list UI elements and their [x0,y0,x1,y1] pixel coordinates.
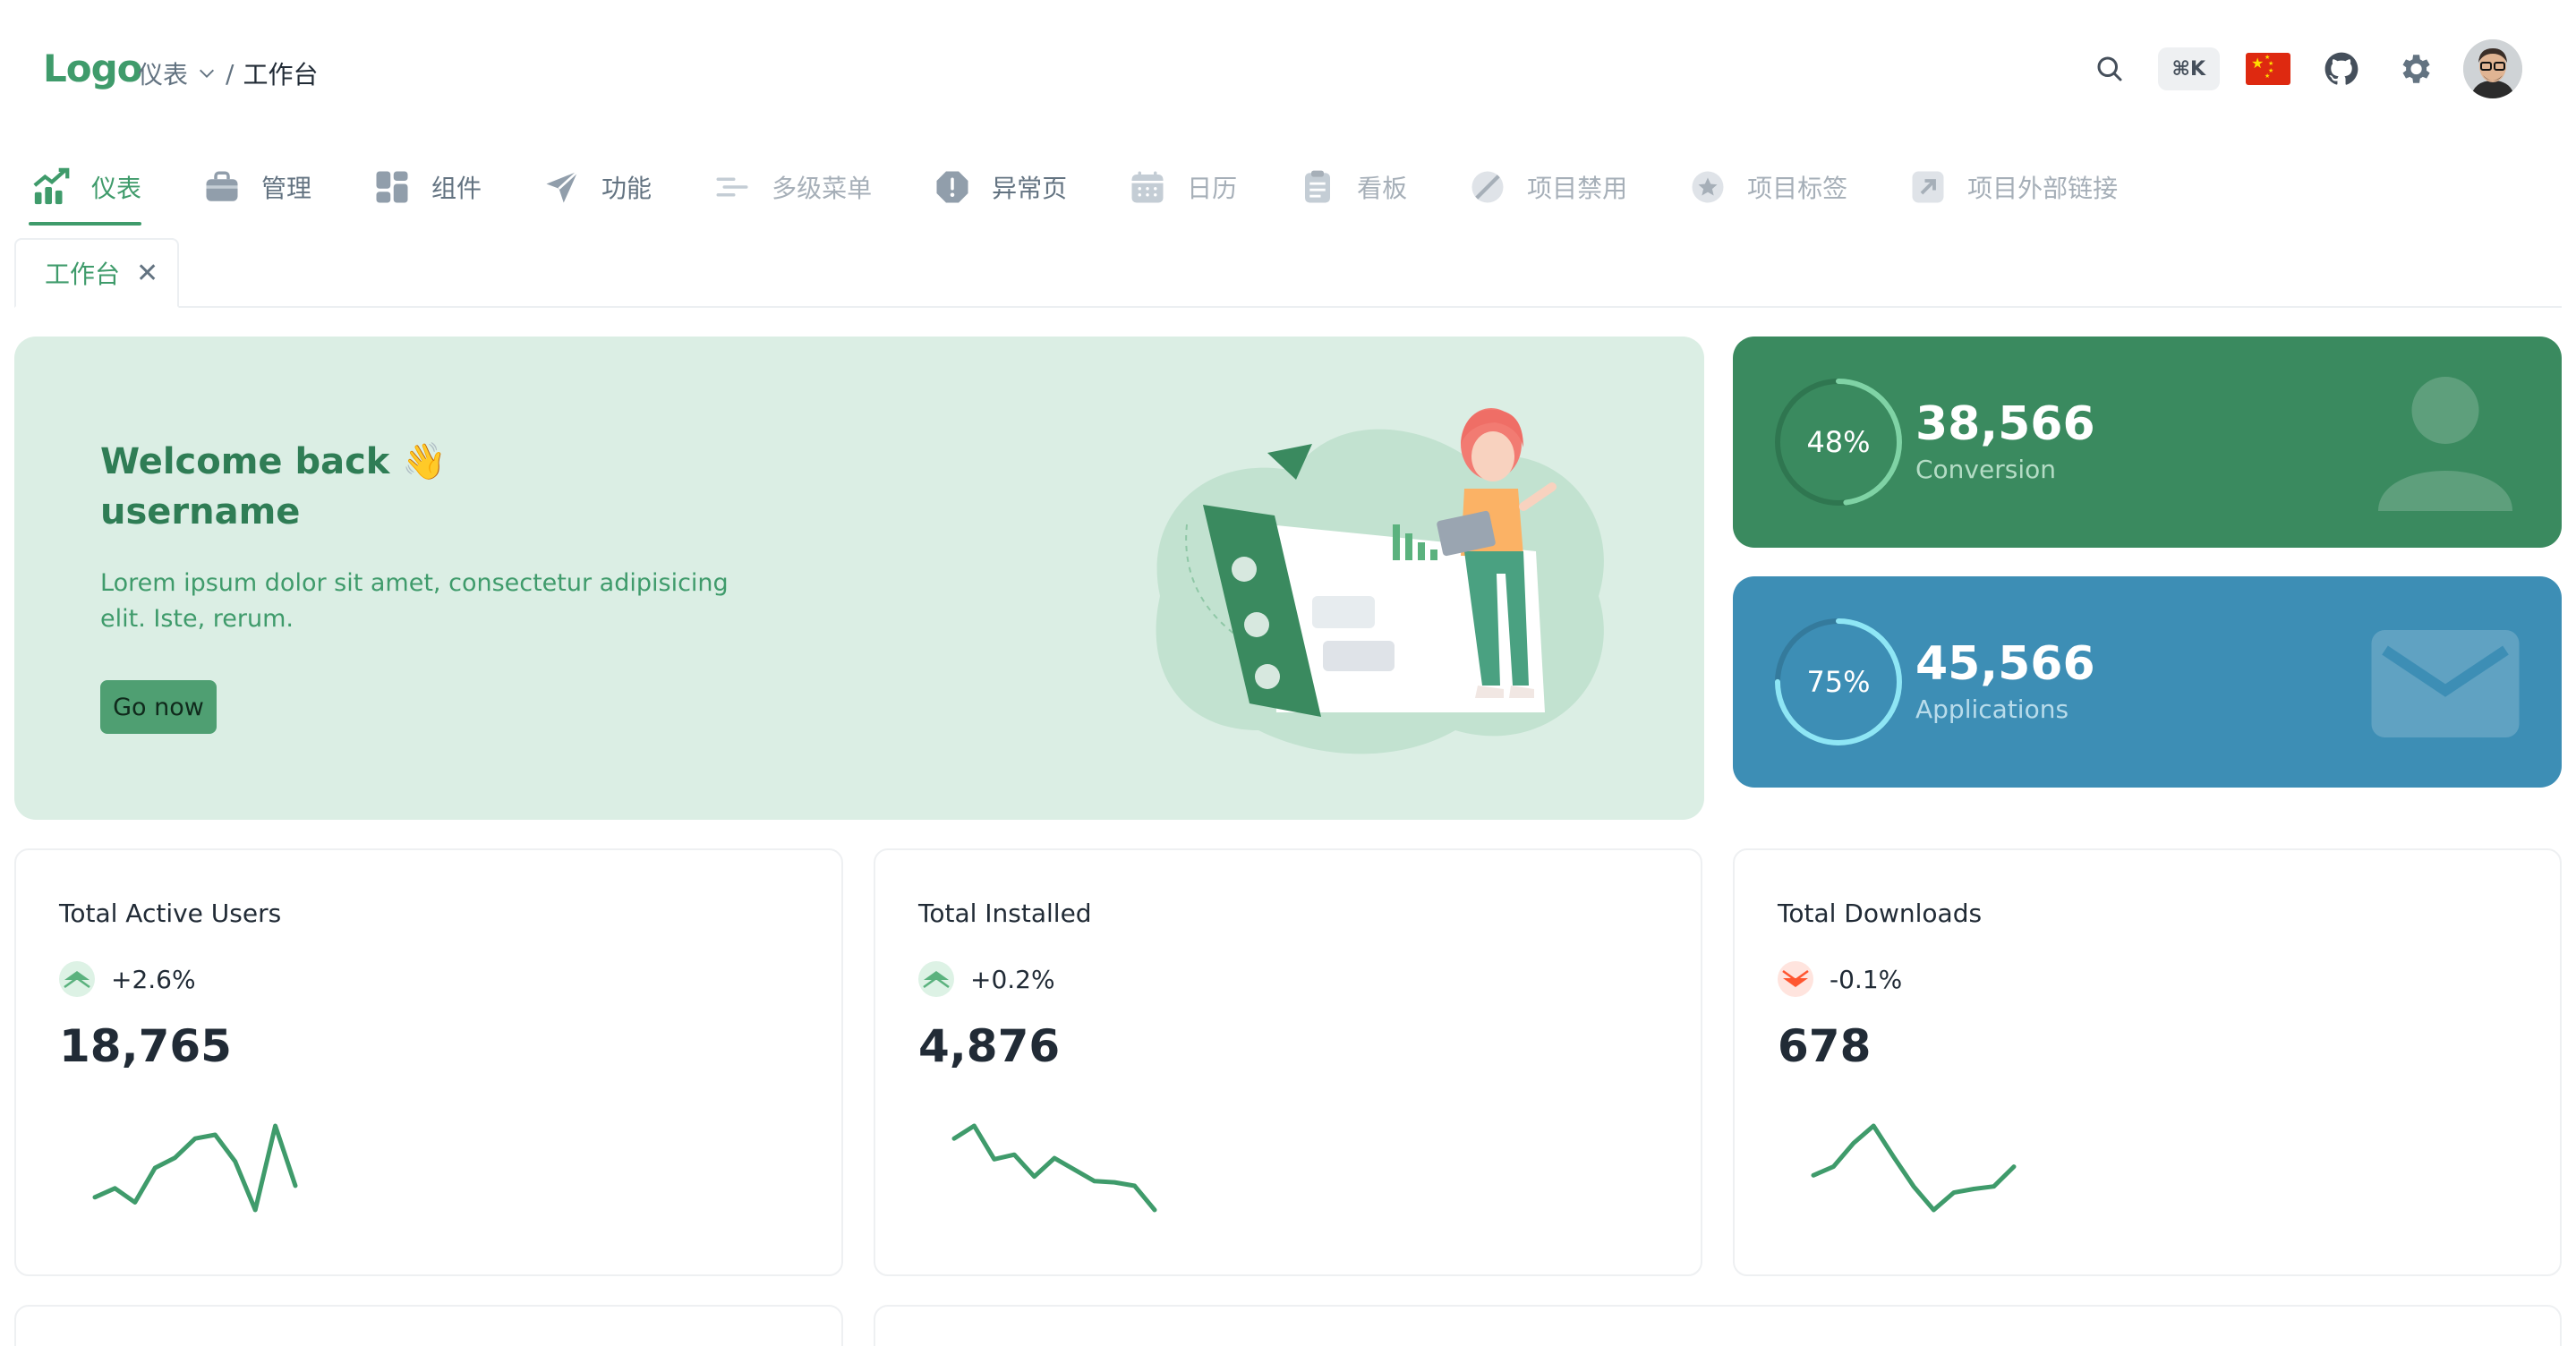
nav-item-dashboard[interactable]: 仪表 [29,149,142,226]
kpi-trend: +2.6% [59,961,196,997]
language-button[interactable]: ★ ★ ★ ★ ★ [2243,44,2293,94]
gear-icon [2402,55,2430,83]
star-icon [1692,171,1724,203]
sparkline-chart [951,1123,1157,1213]
bottom-card-left [14,1305,843,1346]
sparkline-chart [1811,1123,2017,1213]
applications-label: Applications [1915,694,2069,724]
total-active-users-card: Total Active Users +2.6% 18,765 [14,848,843,1276]
applications-card: 75% 45,566 Applications [1733,576,2562,788]
header-actions: ⌘K ★ ★ ★ ★ ★ [2085,39,2522,98]
avatar-icon [2463,39,2522,98]
nav-item-label: 管理 [261,174,312,203]
conversion-label: Conversion [1915,455,2056,484]
nav-item-label: 功能 [601,174,653,203]
logo[interactable]: Logo [43,47,143,90]
kpi-title: Total Active Users [59,899,282,928]
chart-up-icon [33,167,70,205]
trend-up-icon [918,961,954,997]
breadcrumb-separator: / [226,58,235,89]
alert-icon [936,171,968,203]
search-button[interactable] [2085,44,2135,94]
calendar-icon [1131,171,1164,203]
bottom-card-right [874,1305,2562,1346]
applications-percent: 75% [1806,665,1871,699]
nav-item-label: 仪表 [91,174,142,203]
nav-item-features[interactable]: 功能 [539,149,652,226]
kpi-trend-value: -0.1% [1830,964,1903,994]
welcome-username: username [100,491,301,532]
nav-item-components[interactable]: 组件 [369,149,482,226]
kpi-title: Total Downloads [1778,899,1983,928]
nav-item-disabled[interactable]: 项目禁用 [1464,149,1627,226]
nav-item-label: 日历 [1187,174,1238,203]
kpi-trend: -0.1% [1778,961,1902,997]
conversion-value: 38,566 [1915,397,2095,451]
widgets-icon [376,171,408,203]
total-installed-card: Total Installed +0.2% 4,876 [874,848,1702,1276]
trend-down-icon [1778,961,1813,997]
china-flag-icon: ★ ★ ★ ★ ★ [2246,53,2290,85]
nav-item-error-pages[interactable]: 异常页 [929,149,1067,226]
kpi-value: 4,876 [918,1020,1061,1072]
conversion-percent: 48% [1806,425,1871,459]
nav-item-tags[interactable]: 项目标签 [1685,149,1847,226]
disabled-icon [1471,171,1504,203]
settings-button[interactable] [2390,44,2440,94]
mail-icon [2371,630,2520,737]
user-avatar[interactable] [2463,39,2522,98]
trend-up-icon [59,961,95,997]
nav-item-label: 项目外部链接 [1967,174,2119,203]
workbench-page: Logo 仪表 / 工作台 ⌘K ★ ★ ★ ★ ★ 仪表 管理 组件 功能 多… [0,0,2576,1346]
nav-item-label: 项目禁用 [1527,174,1628,203]
briefcase-icon [206,171,238,201]
welcome-description: Lorem ipsum dolor sit amet, consectetur … [100,569,729,633]
kpi-trend-value: +2.6% [111,964,196,994]
paper-plane-icon [546,170,579,203]
nav-item-multilevel-menu[interactable]: 多级菜单 [709,149,872,226]
nav-item-label: 组件 [431,174,482,203]
nav-item-label: 看板 [1357,174,1408,203]
welcome-title: Welcome back 👋 username [100,437,447,537]
breadcrumb-parent[interactable]: 仪表 [138,55,188,91]
tab-workbench[interactable]: 工作台 ✕ [14,238,179,308]
nav-item-label: 项目标签 [1747,174,1848,203]
welcome-greeting: Welcome back 👋 [100,441,448,482]
menu-levels-icon [716,177,748,197]
breadcrumb-current: 工作台 [243,60,319,89]
user-icon [2378,377,2512,511]
nav-item-external-link[interactable]: 项目外部链接 [1905,149,2118,226]
clipboard-icon [1305,170,1331,203]
kpi-value: 678 [1778,1020,1872,1072]
conversion-card: 48% 38,566 Conversion [1733,336,2562,548]
kpi-trend-value: +0.2% [970,964,1055,994]
nav-item-calendar[interactable]: 日历 [1124,149,1237,226]
tab-label: 工作台 [45,260,121,289]
nav-item-kanban[interactable]: 看板 [1294,149,1407,226]
external-link-icon [1912,171,1944,203]
go-now-button[interactable]: Go now [100,680,217,734]
chevron-down-icon[interactable] [197,64,217,83]
shortcut-badge[interactable]: ⌘K [2157,47,2220,90]
breadcrumb: 仪表 / 工作台 [138,55,318,91]
github-icon [2324,52,2358,85]
page-tabs: 工作台 ✕ [14,238,2562,308]
welcome-illustration [1156,408,1604,754]
welcome-banner: Welcome back 👋 username Lorem ipsum dolo… [14,336,1704,820]
applications-value: 45,566 [1915,637,2095,691]
top-header: Logo 仪表 / 工作台 ⌘K ★ ★ ★ ★ ★ [0,0,2576,143]
sparkline-chart [92,1123,298,1213]
nav-item-label: 异常页 [992,174,1068,203]
github-button[interactable] [2316,44,2367,94]
nav-item-label: 多级菜单 [772,174,873,203]
nav-item-management[interactable]: 管理 [199,149,311,226]
search-icon [2097,56,2122,81]
kpi-value: 18,765 [59,1020,232,1072]
kpi-trend: +0.2% [918,961,1055,997]
kpi-title: Total Installed [918,899,1092,928]
total-downloads-card: Total Downloads -0.1% 678 [1733,848,2562,1276]
main-nav: 仪表 管理 组件 功能 多级菜单 异常页 日历 看板 项目禁用 项目标签 项目外… [29,149,2175,226]
close-icon[interactable]: ✕ [136,258,158,289]
